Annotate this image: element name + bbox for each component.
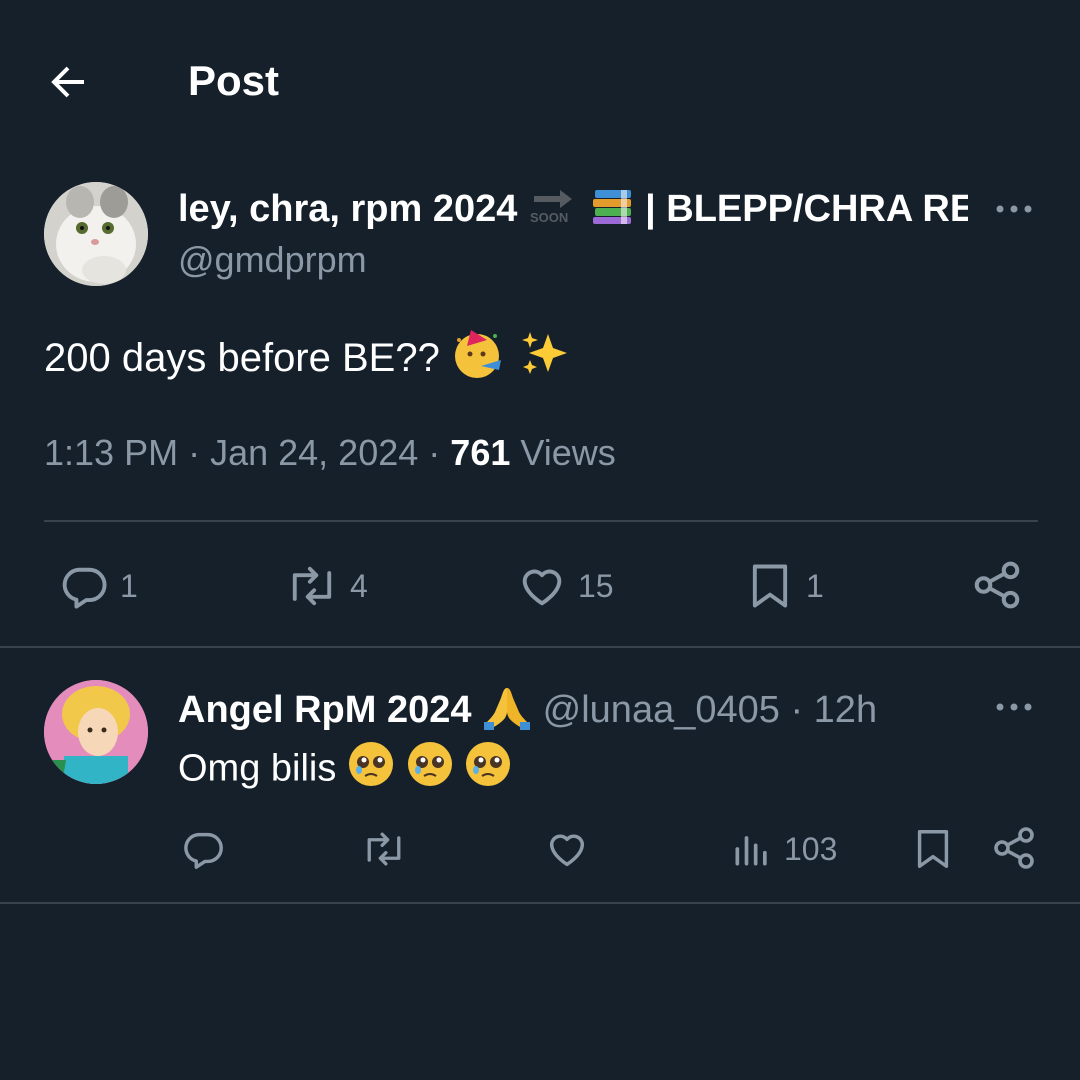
reply-icon — [184, 832, 223, 869]
author-name-suffix: | BLEPP/CHRA RE — [645, 188, 968, 231]
page-title: Post — [188, 57, 280, 104]
repost-count: 4 — [350, 567, 368, 604]
reply-icon — [62, 567, 107, 609]
author-handle[interactable]: @gmdprpm — [178, 238, 367, 282]
reply-text: Omg bilis — [178, 740, 512, 801]
folded-hands-emoji — [482, 684, 532, 740]
post-meta: 1:13 PM · Jan 24, 2024 · 761 Views — [44, 432, 616, 473]
reply-button[interactable]: 1 — [58, 560, 138, 612]
heart-icon — [522, 569, 562, 606]
reply-count: 1 — [120, 567, 138, 604]
reply-views-count: 103 — [784, 830, 838, 867]
reply-avatar[interactable] — [44, 680, 148, 784]
author-display-name: ley, chra, rpm 2024 — [178, 188, 518, 231]
analytics-icon — [735, 836, 767, 866]
post-date: Jan 24, 2024 — [210, 432, 419, 473]
divider — [0, 646, 1080, 648]
reply-age[interactable]: 12h — [814, 689, 877, 731]
svg-text:SOON: SOON — [530, 210, 568, 225]
author-name[interactable]: ley, chra, rpm 2024 SOON | BLEPP/CHRA RE — [178, 186, 968, 236]
reply-text-content: Omg bilis — [178, 747, 337, 790]
like-button[interactable]: 15 — [516, 560, 614, 612]
like-button[interactable] — [544, 826, 600, 872]
reply-display-name[interactable]: Angel RpM 2024 — [178, 689, 472, 731]
pleading-face-emoji — [347, 740, 395, 801]
repost-icon — [292, 566, 332, 606]
views-label: Views — [520, 432, 616, 473]
sparkles-emoji — [518, 328, 570, 393]
share-icon — [974, 561, 1020, 609]
soon-arrow-icon: SOON — [528, 186, 580, 236]
divider — [44, 520, 1038, 522]
partying-face-emoji — [451, 328, 507, 393]
author-avatar[interactable] — [44, 182, 148, 286]
reply-header: Angel RpM 2024 @lunaa_0405 · 12h — [178, 684, 877, 740]
views-count: 761 — [450, 432, 511, 473]
bookmark-icon — [917, 830, 949, 868]
more-options-icon[interactable] — [992, 692, 1036, 722]
more-options-icon[interactable] — [992, 194, 1036, 224]
share-icon — [994, 827, 1034, 869]
books-icon — [591, 186, 635, 236]
share-button[interactable] — [990, 824, 1048, 872]
post-text: 200 days before BE?? — [44, 328, 570, 393]
divider — [0, 902, 1080, 904]
repost-button[interactable] — [360, 826, 418, 872]
back-arrow-icon[interactable] — [44, 58, 92, 106]
bookmark-button[interactable]: 1 — [744, 560, 824, 612]
reply-button[interactable] — [180, 826, 236, 872]
repost-icon — [367, 832, 401, 866]
post-time: 1:13 PM — [44, 432, 179, 473]
repost-button[interactable]: 4 — [284, 560, 368, 612]
reply-handle[interactable]: @lunaa_0405 — [543, 689, 780, 731]
share-button[interactable] — [970, 558, 1034, 612]
pleading-face-emoji — [406, 740, 454, 801]
views-button[interactable]: 103 — [730, 826, 837, 872]
post-text-content: 200 days before BE?? — [44, 336, 440, 381]
bookmark-count: 1 — [806, 567, 824, 604]
bookmark-button[interactable] — [910, 826, 966, 872]
bookmark-icon — [752, 564, 788, 608]
pleading-face-emoji — [464, 740, 512, 801]
heart-icon — [549, 834, 585, 867]
like-count: 15 — [578, 567, 614, 604]
